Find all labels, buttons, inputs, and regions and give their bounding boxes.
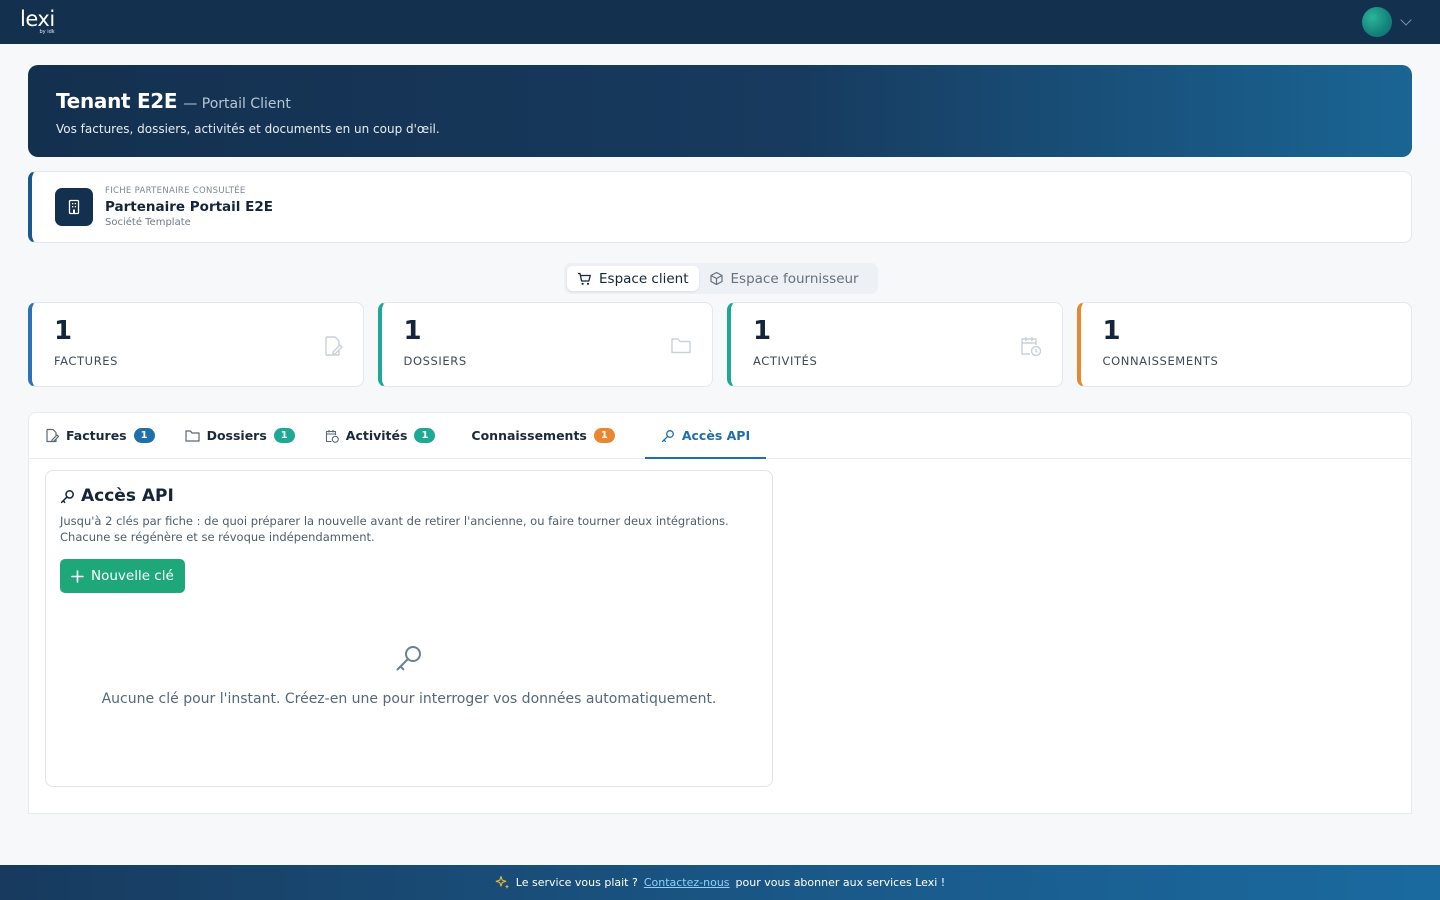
tab-bills-of-lading[interactable]: Connaissements 1 [465,413,630,458]
lexi-logo[interactable]: lexi by idk [20,9,55,35]
stat-value: 1 [54,316,73,346]
empty-state-text: Aucune clé pour l'instant. Créez-en une … [101,691,717,707]
count-badge: 1 [414,428,436,443]
new-key-button[interactable]: Nouvelle clé [60,559,185,593]
stat-label: CONNAISSEMENTS [1102,353,1219,368]
calendar-clock-icon [325,429,339,443]
api-access-card: Accès API Jusqu'à 2 clés par fiche : de … [45,470,773,787]
supplier-space-button[interactable]: Espace fournisseur [699,266,869,291]
api-description: Jusqu'à 2 clés par fiche : de quoi prépa… [60,514,729,544]
supplier-space-label: Espace fournisseur [730,270,859,287]
folder-icon [671,338,691,354]
client-space-button[interactable]: Espace client [567,266,699,291]
invoice-icon [324,336,343,356]
tab-activities[interactable]: Activités 1 [325,413,452,458]
contact-link[interactable]: Contactez-nous [644,876,730,889]
content-panel: Factures 1 Dossiers 1 Activités 1 Connai… [28,412,1412,814]
api-title: Accès API [81,486,174,506]
page-subtitle: — Portail Client [183,96,291,112]
logo-sub: by idk [39,29,55,35]
stat-card-activities[interactable]: 1 ACTIVITÉS [727,302,1063,387]
stat-label: ACTIVITÉS [753,353,818,368]
partner-info: FICHE PARTENAIRE CONSULTÉE Partenaire Po… [105,186,273,228]
count-badge: 1 [273,428,295,443]
box-icon [709,271,723,286]
footer-prefix: Le service vous plait ? [515,876,638,889]
stat-card-invoices[interactable]: 1 FACTURES [28,302,364,387]
partner-card: FICHE PARTENAIRE CONSULTÉE Partenaire Po… [28,171,1412,243]
new-key-label: Nouvelle clé [91,568,174,584]
tab-label: Connaissements [471,428,587,443]
sparkles-icon [495,875,509,889]
footer-suffix: pour vous abonner aux services Lexi ! [735,876,946,889]
partner-name: Partenaire Portail E2E [105,199,273,215]
tab-label: Accès API [681,428,751,443]
tab-invoices[interactable]: Factures 1 [45,413,171,458]
tab-bar: Factures 1 Dossiers 1 Activités 1 Connai… [29,413,1411,459]
plus-icon [71,569,84,583]
logo-text: lexi [20,7,55,31]
stats-row: 1 FACTURES 1 DOSSIERS 1 ACTIVITÉS 1 CONN… [28,302,1412,387]
tab-api-access[interactable]: Accès API [644,413,767,459]
hero-banner: Tenant E2E — Portail Client Vos factures… [28,65,1412,157]
folder-icon [184,430,200,442]
count-badge: 1 [133,428,155,443]
client-space-label: Espace client [599,270,689,287]
tab-label: Activités [345,428,408,443]
api-title-row: Accès API [60,486,758,506]
partner-eyebrow: FICHE PARTENAIRE CONSULTÉE [105,186,246,196]
hero-description: Vos factures, dossiers, activités et doc… [56,122,440,136]
tab-folders[interactable]: Dossiers 1 [184,413,311,458]
calendar-clock-icon [1020,337,1041,357]
top-bar: lexi by idk [0,0,1440,44]
stat-value: 1 [753,316,772,346]
stat-label: DOSSIERS [403,353,467,368]
stat-value: 1 [403,316,422,346]
tab-label: Dossiers [206,428,267,443]
user-menu[interactable] [1362,7,1412,37]
key-icon [661,429,674,442]
chevron-down-icon[interactable] [1400,14,1412,26]
building-icon [55,188,93,226]
invoice-icon [46,428,59,443]
hero-title-row: Tenant E2E — Portail Client [56,89,1384,113]
page-title: Tenant E2E [56,89,178,113]
footer-banner: Le service vous plait ? Contactez-nous p… [0,865,1440,900]
avatar[interactable] [1362,7,1392,37]
stat-card-bills-of-lading[interactable]: 1 CONNAISSEMENTS [1076,302,1412,387]
stat-card-folders[interactable]: 1 DOSSIERS [377,302,713,387]
key-icon [60,489,74,503]
tab-label: Factures [66,428,127,443]
partner-company: Société Template [105,217,191,228]
space-switch: Espace client Espace fournisseur [564,263,878,294]
stat-value: 1 [1102,316,1121,346]
cart-icon [578,272,591,285]
count-badge: 1 [593,428,615,443]
key-icon [396,646,421,671]
stat-label: FACTURES [54,353,119,368]
empty-state: Aucune clé pour l'instant. Créez-en une … [46,643,772,707]
